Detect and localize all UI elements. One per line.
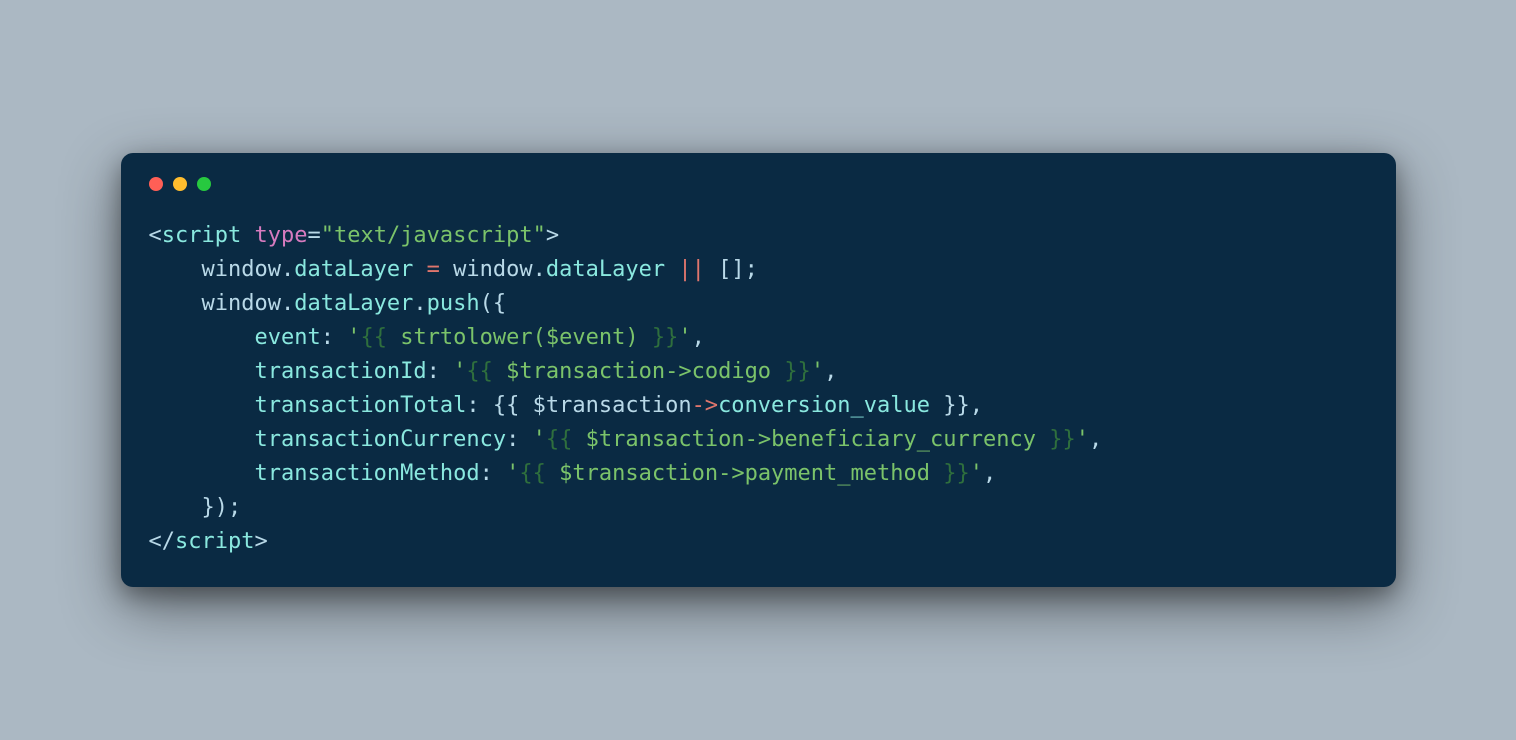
code-token	[149, 359, 255, 384]
code-token: type	[254, 223, 307, 248]
code-token: strtolower($event)	[387, 325, 652, 350]
code-token: >	[254, 529, 267, 554]
code-token	[413, 257, 426, 282]
code-token: <	[149, 223, 162, 248]
code-token: transactionTotal	[254, 393, 466, 418]
code-token: dataLayer	[294, 291, 413, 316]
code-token: transactionMethod	[254, 461, 479, 486]
code-token: transactionId	[254, 359, 426, 384]
code-token: }},	[930, 393, 983, 418]
code-token	[665, 257, 678, 282]
code-token: :	[480, 461, 507, 486]
minimize-icon[interactable]	[173, 177, 187, 191]
code-token: '	[811, 359, 824, 384]
code-token: push	[427, 291, 480, 316]
window-titlebar	[149, 177, 1368, 191]
code-token: [];	[705, 257, 758, 282]
code-token	[241, 223, 254, 248]
code-token	[149, 393, 255, 418]
code-token: '	[453, 359, 466, 384]
code-token: .	[413, 291, 426, 316]
code-token: ,	[1089, 427, 1102, 452]
code-token: }}	[784, 359, 811, 384]
code-token: window	[440, 257, 533, 282]
code-token: script	[175, 529, 254, 554]
code-token	[149, 427, 255, 452]
code-token: >	[546, 223, 559, 248]
code-token: '	[347, 325, 360, 350]
code-token: }}	[652, 325, 679, 350]
code-token: '	[533, 427, 546, 452]
code-token: "text/javascript"	[321, 223, 546, 248]
code-token: :	[427, 359, 454, 384]
code-token: window	[149, 257, 281, 282]
code-token: dataLayer	[294, 257, 413, 282]
code-token	[149, 461, 255, 486]
code-token: conversion_value	[718, 393, 930, 418]
code-token: dataLayer	[546, 257, 665, 282]
code-token: '	[970, 461, 983, 486]
code-token: .	[281, 257, 294, 282]
code-token: {{	[360, 325, 387, 350]
code-token: '	[1076, 427, 1089, 452]
code-token: :	[321, 325, 348, 350]
code-token: $transaction->payment_method	[546, 461, 943, 486]
code-token: window	[149, 291, 281, 316]
code-token	[149, 325, 255, 350]
code-token: .	[533, 257, 546, 282]
code-block: <script type="text/javascript"> window.d…	[149, 219, 1368, 560]
code-token: ||	[678, 257, 705, 282]
code-token: $transaction->codigo	[493, 359, 784, 384]
close-icon[interactable]	[149, 177, 163, 191]
code-token: :	[506, 427, 533, 452]
maximize-icon[interactable]	[197, 177, 211, 191]
code-token: script	[162, 223, 241, 248]
code-token: =	[427, 257, 440, 282]
code-token: transactionCurrency	[254, 427, 506, 452]
code-token: ,	[824, 359, 837, 384]
code-token: ,	[692, 325, 705, 350]
code-token: ->	[692, 393, 719, 418]
code-token: $transaction->beneficiary_currency	[572, 427, 1049, 452]
code-token: }}	[943, 461, 970, 486]
code-token: {{	[466, 359, 493, 384]
code-token: : {{ $transaction	[466, 393, 691, 418]
code-token: event	[254, 325, 320, 350]
code-token: {{	[519, 461, 546, 486]
code-token: ,	[983, 461, 996, 486]
code-token: '	[678, 325, 691, 350]
code-window: <script type="text/javascript"> window.d…	[121, 153, 1396, 588]
code-token: =	[307, 223, 320, 248]
code-token: .	[281, 291, 294, 316]
code-token: });	[149, 495, 242, 520]
code-token: ({	[480, 291, 507, 316]
code-token: </	[149, 529, 176, 554]
code-token: '	[506, 461, 519, 486]
code-token: {{	[546, 427, 573, 452]
code-token: }}	[1049, 427, 1076, 452]
